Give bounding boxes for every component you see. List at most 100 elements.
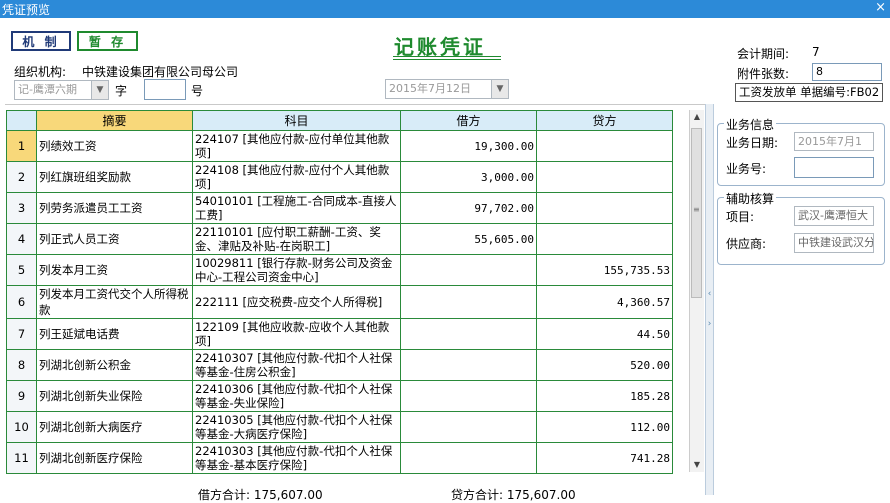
- voucher-number-input[interactable]: [144, 79, 186, 100]
- debit-cell[interactable]: [400, 254, 537, 286]
- row-number[interactable]: 11: [6, 442, 37, 474]
- supplier-input[interactable]: 中铁建设武汉分: [794, 233, 874, 253]
- row-number[interactable]: 6: [6, 285, 37, 319]
- table-row[interactable]: 3 列劳务派遣员工工资 54010101 [工程施工-合同成本-直接人工费] 97,7…: [6, 192, 673, 224]
- account-cell[interactable]: 22410306 [其他应付款-代扣个人社保等基金-失业保险]: [192, 380, 401, 412]
- debit-cell[interactable]: 55,605.00: [400, 223, 537, 255]
- credit-cell[interactable]: 112.00: [536, 411, 673, 443]
- row-number[interactable]: 7: [6, 318, 37, 350]
- credit-cell[interactable]: 155,735.53: [536, 254, 673, 286]
- column-header-account[interactable]: 科目: [192, 110, 401, 131]
- attach-count-input[interactable]: 8: [812, 63, 882, 81]
- account-cell[interactable]: 10029811 [银行存款-财务公司及资金中心-工程公司资金中心]: [192, 254, 401, 286]
- row-number[interactable]: 1: [6, 130, 37, 162]
- voucher-date-select[interactable]: 2015年7月12日 ▼: [385, 79, 509, 99]
- column-header-summary[interactable]: 摘要: [36, 110, 193, 131]
- debit-cell[interactable]: [400, 411, 537, 443]
- credit-cell[interactable]: 4,360.57: [536, 285, 673, 319]
- row-number[interactable]: 10: [6, 411, 37, 443]
- summary-cell[interactable]: 列发本月工资代交个人所得税款: [36, 285, 193, 319]
- debit-cell[interactable]: 3,000.00: [400, 161, 537, 193]
- collapse-left-icon[interactable]: ‹: [706, 289, 713, 299]
- table-row[interactable]: 10 列湖北创新大病医疗 22410305 [其他应付款-代扣个人社保等基金-大病医…: [6, 411, 673, 443]
- table-row[interactable]: 7 列王延斌电话费 122109 [其他应收款-应收个人其他款项] 44.50: [6, 318, 673, 350]
- debit-cell[interactable]: [400, 380, 537, 412]
- credit-cell[interactable]: 520.00: [536, 349, 673, 381]
- period-label: 会计期间:: [737, 47, 790, 61]
- summary-cell[interactable]: 列湖北创新大病医疗: [36, 411, 193, 443]
- row-number[interactable]: 8: [6, 349, 37, 381]
- table-row[interactable]: 1 列绩效工资 224107 [其他应付款-应付单位其他款项] 19,300.00: [6, 130, 673, 162]
- chevron-down-icon[interactable]: ▼: [91, 81, 108, 99]
- row-number[interactable]: 5: [6, 254, 37, 286]
- voucher-type-select[interactable]: 记-鹰潭六期 ▼: [14, 80, 109, 100]
- divider: [5, 104, 705, 105]
- credit-cell[interactable]: 185.28: [536, 380, 673, 412]
- summary-cell[interactable]: 列绩效工资: [36, 130, 193, 162]
- close-icon[interactable]: ×: [875, 0, 886, 15]
- summary-cell[interactable]: 列红旗班组奖励款: [36, 161, 193, 193]
- business-no-input[interactable]: [794, 157, 874, 178]
- attach-label: 附件张数:: [737, 67, 790, 81]
- account-cell[interactable]: 22410303 [其他应付款-代扣个人社保等基金-基本医疗保险]: [192, 442, 401, 474]
- account-cell[interactable]: 22410307 [其他应付款-代扣个人社保等基金-住房公积金]: [192, 349, 401, 381]
- summary-cell[interactable]: 列湖北创新医疗保险: [36, 442, 193, 474]
- row-number[interactable]: 4: [6, 223, 37, 255]
- column-header-debit[interactable]: 借方: [400, 110, 537, 131]
- summary-cell[interactable]: 列王延斌电话费: [36, 318, 193, 350]
- summary-cell[interactable]: 列劳务派遣员工工资: [36, 192, 193, 224]
- credit-cell[interactable]: [536, 223, 673, 255]
- credit-cell[interactable]: [536, 192, 673, 224]
- credit-cell[interactable]: 741.28: [536, 442, 673, 474]
- summary-cell[interactable]: 列湖北创新失业保险: [36, 380, 193, 412]
- table-row[interactable]: 6 列发本月工资代交个人所得税款 222111 [应交税费-应交个人所得税] 4,36…: [6, 285, 673, 319]
- table-row[interactable]: 11 列湖北创新医疗保险 22410303 [其他应付款-代扣个人社保等基金-基本医…: [6, 442, 673, 474]
- grid-scrollbar[interactable]: ▲ ≡ ▼: [689, 110, 704, 472]
- hao-label: 号: [191, 84, 204, 98]
- expand-right-icon[interactable]: ›: [706, 319, 713, 329]
- table-row[interactable]: 9 列湖北创新失业保险 22410306 [其他应付款-代扣个人社保等基金-失业保险…: [6, 380, 673, 412]
- debit-cell[interactable]: [400, 442, 537, 474]
- zi-label: 字: [115, 84, 128, 98]
- table-row[interactable]: 2 列红旗班组奖励款 224108 [其他应付款-应付个人其他款项] 3,000.00: [6, 161, 673, 193]
- account-cell[interactable]: 222111 [应交税费-应交个人所得税]: [192, 285, 401, 319]
- account-cell[interactable]: 54010101 [工程施工-合同成本-直接人工费]: [192, 192, 401, 224]
- panel-splitter[interactable]: ‹ ›: [705, 104, 714, 495]
- supplier-label: 供应商:: [726, 237, 767, 251]
- row-number[interactable]: 9: [6, 380, 37, 412]
- account-cell[interactable]: 22110101 [应付职工薪酬-工资、奖金、津贴及补贴-在岗职工]: [192, 223, 401, 255]
- row-number[interactable]: 3: [6, 192, 37, 224]
- debit-cell[interactable]: 19,300.00: [400, 130, 537, 162]
- scroll-down-icon[interactable]: ▼: [690, 458, 704, 472]
- title-underline: [393, 56, 501, 57]
- credit-cell[interactable]: [536, 161, 673, 193]
- debit-cell[interactable]: [400, 285, 537, 319]
- table-row[interactable]: 5 列发本月工资 10029811 [银行存款-财务公司及资金中心-工程公司资金中心…: [6, 254, 673, 286]
- business-date-input[interactable]: 2015年7月1: [794, 132, 874, 151]
- account-cell[interactable]: 122109 [其他应收款-应收个人其他款项]: [192, 318, 401, 350]
- scroll-up-icon[interactable]: ▲: [690, 110, 704, 124]
- summary-cell[interactable]: 列湖北创新公积金: [36, 349, 193, 381]
- business-info-title: 业务信息: [724, 116, 777, 133]
- debit-cell[interactable]: [400, 318, 537, 350]
- account-cell[interactable]: 224107 [其他应付款-应付单位其他款项]: [192, 130, 401, 162]
- table-row[interactable]: 8 列湖北创新公积金 22410307 [其他应付款-代扣个人社保等基金-住房公积金…: [6, 349, 673, 381]
- chevron-down-icon[interactable]: ▼: [491, 80, 508, 98]
- voucher-type-value: 记-鹰潭六期: [18, 83, 77, 96]
- summary-cell[interactable]: 列发本月工资: [36, 254, 193, 286]
- credit-cell[interactable]: 44.50: [536, 318, 673, 350]
- row-number[interactable]: 2: [6, 161, 37, 193]
- column-header-credit[interactable]: 贷方: [536, 110, 673, 131]
- scroll-grip-icon: ≡: [693, 205, 700, 214]
- debit-cell[interactable]: 97,702.00: [400, 192, 537, 224]
- project-input[interactable]: 武汉-鹰潭恒大: [794, 206, 874, 226]
- account-cell[interactable]: 22410305 [其他应付款-代扣个人社保等基金-大病医疗保险]: [192, 411, 401, 443]
- zancun-button[interactable]: 暂 存: [77, 31, 138, 51]
- jizhi-button[interactable]: 机 制: [11, 31, 71, 51]
- summary-cell[interactable]: 列正式人员工资: [36, 223, 193, 255]
- debit-total-label: 借方合计:: [198, 488, 251, 502]
- credit-cell[interactable]: [536, 130, 673, 162]
- table-row[interactable]: 4 列正式人员工资 22110101 [应付职工薪酬-工资、奖金、津贴及补贴-在岗职…: [6, 223, 673, 255]
- account-cell[interactable]: 224108 [其他应付款-应付个人其他款项]: [192, 161, 401, 193]
- debit-cell[interactable]: [400, 349, 537, 381]
